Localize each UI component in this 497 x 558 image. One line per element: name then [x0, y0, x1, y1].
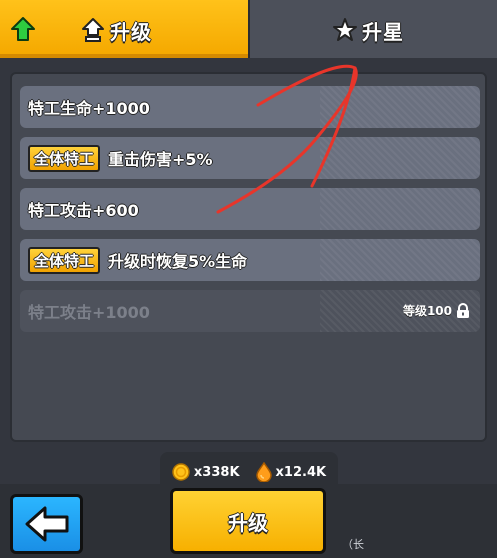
list-item-locked: 特工攻击+1000 等级100: [20, 290, 480, 332]
row-text: 升级时恢复5%生命: [108, 252, 248, 271]
oil-drop-icon: [255, 462, 272, 482]
row-text: 特工攻击+600: [28, 201, 139, 220]
hint-text: （长: [342, 538, 364, 551]
row-text: 重击伤害+5%: [108, 150, 213, 169]
oil-amount: x12.4K: [255, 462, 327, 482]
tab-upgrade[interactable]: 升级: [0, 0, 248, 58]
upgrade-button[interactable]: 升级: [170, 488, 326, 554]
coin-value: x338K: [193, 464, 240, 480]
tab-star[interactable]: 升星: [248, 0, 497, 58]
tab-upgrade-label: 升级: [110, 20, 152, 44]
back-button[interactable]: [10, 494, 83, 554]
coin-amount: x338K: [172, 463, 240, 481]
upgrade-arrow-icon: [82, 18, 104, 42]
star-icon: [333, 18, 357, 41]
tab-star-label: 升星: [362, 20, 404, 44]
row-text: 特工攻击+1000: [28, 303, 150, 322]
level-requirement: 等级100: [403, 302, 470, 319]
level-requirement-text: 等级100: [402, 304, 452, 318]
list-item: 特工攻击+600: [20, 188, 480, 230]
oil-value: x12.4K: [275, 464, 327, 480]
upgrade-button-label: 升级: [228, 510, 268, 535]
tab-bar: 升级 升星: [0, 0, 497, 58]
coin-icon: [172, 463, 190, 481]
list-item: 全体特工 重击伤害+5%: [20, 137, 480, 179]
list-item: 特工生命+1000: [20, 86, 480, 128]
upgrade-list-panel: 特工生命+1000 全体特工 重击伤害+5% 特工攻击+600 全体特工 升级时…: [10, 72, 487, 442]
lock-icon: [457, 302, 469, 318]
row-text: 特工生命+1000: [28, 99, 150, 118]
green-up-arrow-icon: [11, 17, 35, 41]
list-item: 全体特工 升级时恢复5%生命: [20, 239, 480, 281]
back-arrow-icon: [25, 506, 69, 542]
all-agents-tag: 全体特工: [28, 144, 101, 172]
all-agents-tag: 全体特工: [28, 246, 101, 274]
